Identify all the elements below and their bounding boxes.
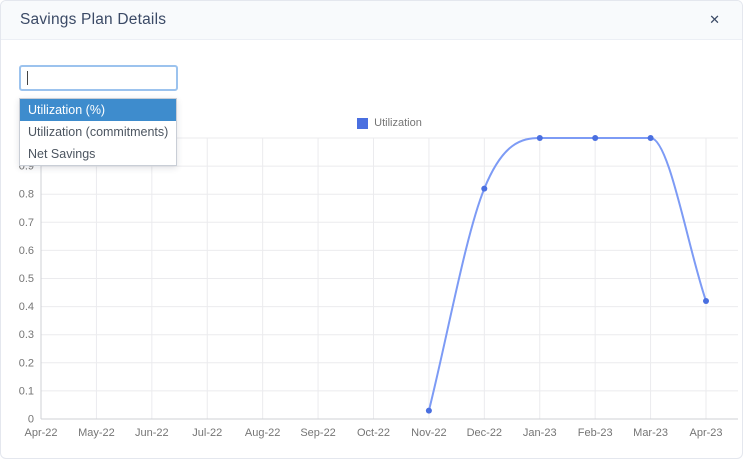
svg-text:0.5: 0.5 xyxy=(19,273,34,285)
dropdown-option-net-savings[interactable]: Net Savings xyxy=(20,143,176,165)
metric-dropdown: Utilization (%) Utilization (commitments… xyxy=(19,98,177,166)
svg-text:0.8: 0.8 xyxy=(19,189,34,201)
svg-text:May-22: May-22 xyxy=(78,427,115,439)
legend-label: Utilization xyxy=(374,117,422,129)
dropdown-option-utilization-commitments[interactable]: Utilization (commitments) xyxy=(20,121,176,143)
svg-text:0.1: 0.1 xyxy=(19,385,34,397)
savings-plan-details-modal: Savings Plan Details ✕ 0 0.1 0.2 0.3 0.4 0.5 0… xyxy=(0,0,743,459)
svg-text:Apr-22: Apr-22 xyxy=(24,427,57,439)
svg-text:Aug-22: Aug-22 xyxy=(245,427,280,439)
svg-text:Jun-22: Jun-22 xyxy=(135,427,169,439)
metric-filter-input[interactable] xyxy=(19,65,178,91)
svg-text:Apr-23: Apr-23 xyxy=(689,427,722,439)
svg-text:Oct-22: Oct-22 xyxy=(357,427,390,439)
svg-text:0.3: 0.3 xyxy=(19,329,34,341)
close-icon[interactable]: ✕ xyxy=(706,12,723,29)
svg-text:Feb-23: Feb-23 xyxy=(578,427,613,439)
legend-swatch-icon xyxy=(357,117,369,129)
svg-text:Nov-22: Nov-22 xyxy=(411,427,446,439)
svg-text:Mar-23: Mar-23 xyxy=(633,427,668,439)
svg-text:Dec-22: Dec-22 xyxy=(467,427,502,439)
svg-text:0.7: 0.7 xyxy=(19,217,34,229)
svg-text:0: 0 xyxy=(28,414,34,426)
modal-body: 00.10.20.30.40.50.60.70.80.91Apr-22May-2… xyxy=(1,40,742,458)
svg-text:0.2: 0.2 xyxy=(19,357,34,369)
svg-text:0.4: 0.4 xyxy=(19,301,34,313)
svg-text:Jul-22: Jul-22 xyxy=(192,427,222,439)
svg-text:Sep-22: Sep-22 xyxy=(300,427,335,439)
svg-text:0.6: 0.6 xyxy=(19,245,34,257)
modal-title: Savings Plan Details xyxy=(20,11,167,28)
modal-header: Savings Plan Details ✕ xyxy=(1,1,742,40)
svg-text:Jan-23: Jan-23 xyxy=(523,427,557,439)
dropdown-option-utilization-pct[interactable]: Utilization (%) xyxy=(20,99,176,121)
